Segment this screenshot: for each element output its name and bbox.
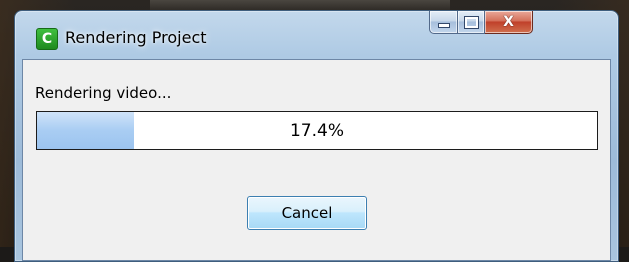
window-title: Rendering Project (65, 28, 207, 47)
rendering-project-window: C Rendering Project X Rendering video...… (14, 10, 619, 262)
camtasia-app-icon: C (36, 28, 58, 50)
render-progress-bar: 17.4% (36, 111, 598, 150)
caption-buttons: X (429, 11, 533, 34)
progress-percent: 17.4% (289, 120, 344, 141)
title-bar[interactable]: C Rendering Project X (15, 11, 618, 60)
close-icon: X (503, 14, 514, 30)
app-icon-letter: C (41, 31, 53, 47)
minimize-button[interactable] (429, 11, 458, 34)
cancel-button[interactable]: Cancel (247, 196, 367, 230)
status-label: Rendering video... (35, 84, 172, 102)
maximize-button[interactable] (458, 11, 485, 34)
dialog-client-area: Rendering video... 17.4% Cancel (22, 59, 611, 261)
close-button[interactable]: X (485, 11, 533, 34)
maximize-icon (463, 15, 479, 29)
minimize-icon (437, 22, 450, 28)
